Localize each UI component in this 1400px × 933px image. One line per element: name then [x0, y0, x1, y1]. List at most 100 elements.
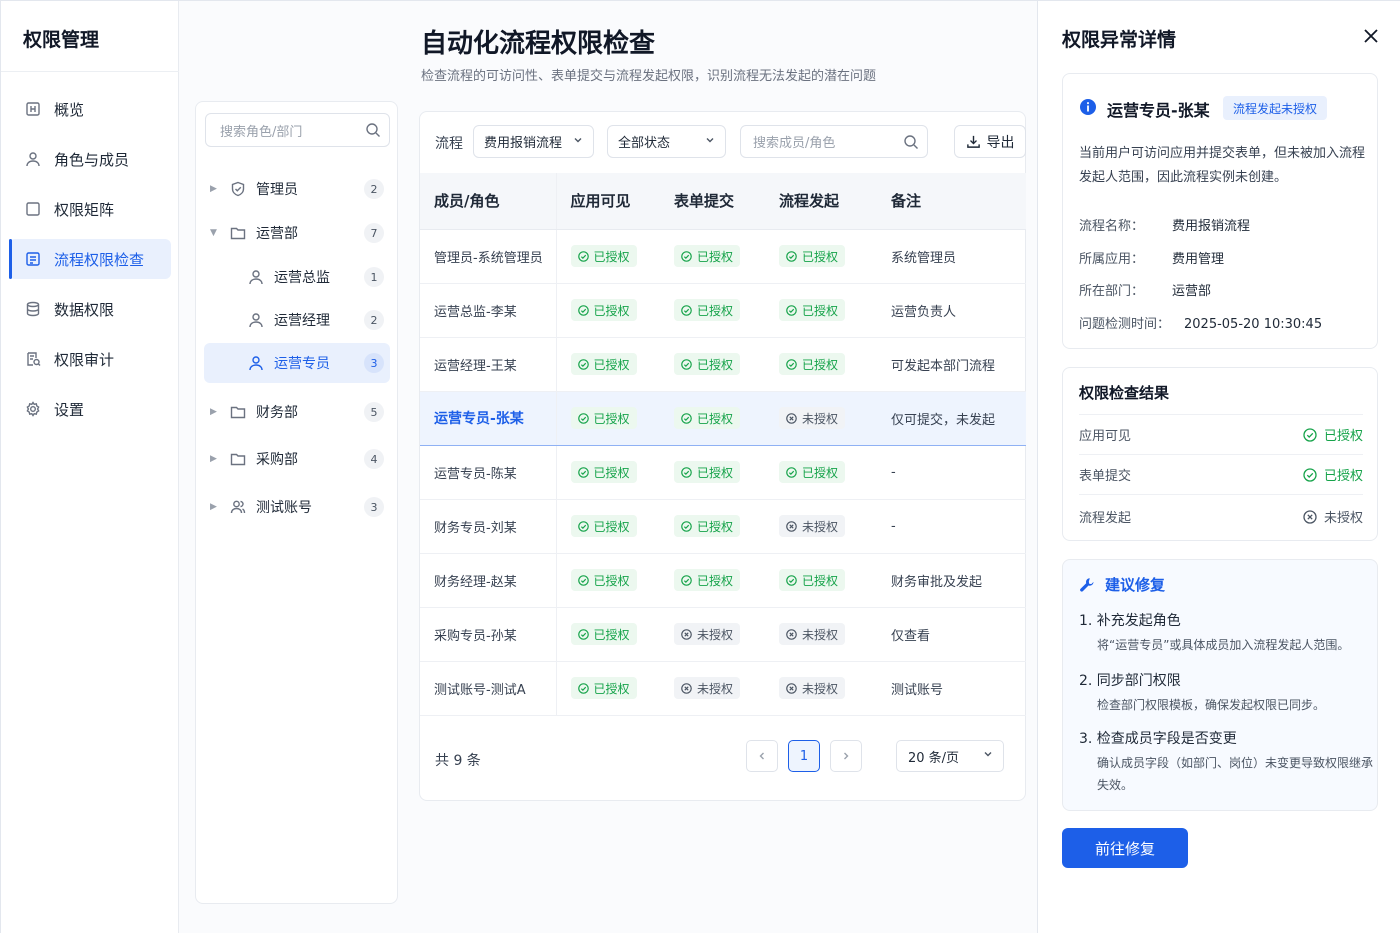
sidebar-item-data[interactable]: 数据权限 — [9, 289, 171, 329]
page-button-current[interactable]: 1 — [788, 740, 820, 772]
caret-right-icon[interactable]: ▶ — [210, 407, 220, 417]
cell-note: 运营负责人 — [877, 283, 1026, 338]
go-fix-button[interactable]: 前往修复 — [1062, 828, 1188, 868]
sidebar-item-label: 概览 — [54, 100, 85, 119]
sidebar-item-overview[interactable]: 概览 — [9, 89, 171, 129]
check-circle-icon — [577, 412, 589, 424]
anomaly-tag: 流程发起未授权 — [1223, 96, 1328, 120]
sidebar-item-flow-check[interactable]: 流程权限检查 — [9, 239, 171, 279]
sidebar-item-settings[interactable]: 设置 — [9, 389, 171, 429]
check-circle-icon — [1303, 427, 1317, 442]
caret-down-icon[interactable]: ▼ — [210, 228, 220, 238]
tree-node-label: 运营部 — [256, 226, 298, 242]
cell-start: 已授权 — [765, 229, 877, 284]
check-circle-icon — [1303, 467, 1317, 482]
member-search-input[interactable]: 搜索成员/角色 — [740, 125, 928, 158]
cell-note: 可发起本部门流程 — [877, 337, 1026, 392]
status-badge: 已授权 — [674, 515, 741, 537]
page-size-select[interactable]: 20 条/页 — [896, 740, 1004, 772]
cell-submit: 未授权 — [660, 661, 765, 716]
cell-note: - — [877, 445, 1026, 500]
check-result-title: 权限检查结果 — [1079, 384, 1170, 402]
status-badge: 已授权 — [674, 407, 741, 429]
table-row[interactable]: 采购专员-孙某 已授权 未授权 未授权 仅查看 — [420, 607, 1026, 662]
status-badge: 已授权 — [779, 245, 846, 267]
tree-node-label: 财务部 — [256, 405, 298, 421]
col-member: 成员/角色 — [420, 173, 557, 230]
tree-node-count: 5 — [364, 402, 384, 422]
fix-suggestion-title: 建议修复 — [1079, 574, 1165, 595]
tree-node-label: 运营总监 — [274, 270, 330, 286]
chevron-left-icon — [759, 752, 764, 760]
close-icon[interactable] — [1362, 27, 1380, 45]
info-icon — [1079, 98, 1097, 116]
table-row[interactable]: 财务经理-赵某 已授权 已授权 已授权 财务审批及发起 — [420, 553, 1026, 608]
tree-node-ops[interactable]: ▼ 运营部 7 — [204, 213, 390, 253]
process-select[interactable]: 费用报销流程 — [473, 125, 594, 158]
check-circle-icon — [681, 466, 692, 478]
check-circle-icon — [577, 520, 589, 532]
check-circle-icon — [681, 358, 692, 370]
table-row[interactable]: 运营总监-李某 已授权 已授权 已授权 运营负责人 — [420, 283, 1026, 338]
status-select[interactable]: 全部状态 — [607, 125, 726, 158]
role-tree-panel: 搜索角色/部门 ▶ 管理员 2 ▼ 运营部 7 运营总监 1 运营经理 2 运营… — [195, 101, 398, 904]
search-icon[interactable] — [365, 122, 381, 142]
status-badge: 未授权 — [779, 623, 846, 645]
tree-node-label: 管理员 — [256, 182, 298, 198]
field-detect-time: 问题检测时间： 2025-05-20 10:30:45 — [1079, 317, 1323, 332]
page-title: 自动化流程权限检查 — [421, 29, 656, 59]
next-page-button[interactable] — [830, 740, 862, 772]
permission-table-card: 流程 费用报销流程 全部状态 搜索成员/角色 导出 成员/角色 应用可见 表单提… — [419, 111, 1026, 801]
tree-node-admin[interactable]: ▶ 管理员 2 — [204, 169, 390, 209]
export-button[interactable]: 导出 — [954, 125, 1026, 158]
cell-visible: 已授权 — [556, 607, 660, 662]
tree-node-ops-manager[interactable]: 运营经理 2 — [204, 300, 390, 340]
cell-start: 未授权 — [765, 390, 877, 446]
tree-search-input[interactable]: 搜索角色/部门 — [205, 113, 390, 147]
table-row[interactable]: 运营专员-张某 已授权 已授权 未授权 仅可提交，未发起 — [420, 390, 1026, 446]
field-app: 所属应用： 费用管理 — [1079, 252, 1225, 267]
tree-node-finance[interactable]: ▶ 财务部 5 — [204, 392, 390, 432]
tree-node-purchase[interactable]: ▶ 采购部 4 — [204, 439, 390, 479]
caret-right-icon[interactable]: ▶ — [210, 502, 220, 512]
sidebar-item-roles[interactable]: 角色与成员 — [9, 139, 171, 179]
cell-submit: 已授权 — [660, 337, 765, 392]
caret-right-icon[interactable]: ▶ — [210, 454, 220, 464]
tree-node-ops-specialist[interactable]: 运营专员 3 — [204, 343, 390, 383]
sidebar-divider — [1, 71, 179, 72]
tree-node-count: 3 — [364, 353, 384, 373]
tree-node-ops-director[interactable]: 运营总监 1 — [204, 257, 390, 297]
fix-step-1: 1. 补充发起角色 将“运营专员”或具体成员加入流程发起人范围。 — [1079, 613, 1350, 652]
search-icon[interactable] — [903, 134, 919, 154]
table-row[interactable]: 测试账号-测试A 已授权 未授权 未授权 测试账号 — [420, 661, 1026, 716]
prev-page-button[interactable] — [746, 740, 778, 772]
tree-node-test[interactable]: ▶ 测试账号 3 — [204, 487, 390, 527]
status-badge: 已授权 — [779, 299, 846, 321]
cell-note: 测试账号 — [877, 661, 1026, 716]
status-badge: 已授权 — [570, 623, 637, 645]
caret-right-icon[interactable]: ▶ — [210, 184, 220, 194]
status-badge: 已授权 — [570, 677, 637, 699]
cell-submit: 已授权 — [660, 499, 765, 554]
table-row[interactable]: 财务专员-刘某 已授权 已授权 未授权 - — [420, 499, 1026, 554]
check-row-submit: 表单提交 已授权 — [1079, 454, 1363, 494]
user-icon — [248, 312, 264, 328]
cell-visible: 已授权 — [556, 553, 660, 608]
table-row[interactable]: 管理员-系统管理员 已授权 已授权 已授权 系统管理员 — [420, 229, 1026, 284]
cell-note: 财务审批及发起 — [877, 553, 1026, 608]
table-row[interactable]: 运营经理-王某 已授权 已授权 已授权 可发起本部门流程 — [420, 337, 1026, 392]
check-circle-icon — [786, 250, 797, 262]
table-row[interactable]: 运营专员-陈某 已授权 已授权 已授权 - — [420, 445, 1026, 500]
sidebar-item-audit[interactable]: 权限审计 — [9, 339, 171, 379]
cell-member: 运营经理-王某 — [420, 337, 557, 392]
check-circle-icon — [681, 250, 692, 262]
check-circle-icon — [577, 304, 589, 316]
sidebar-item-matrix[interactable]: 权限矩阵 — [9, 189, 171, 229]
check-circle-icon — [786, 466, 797, 478]
cell-visible: 已授权 — [556, 283, 660, 338]
overview-icon — [25, 101, 41, 117]
check-circle-icon — [681, 412, 692, 424]
cell-visible: 已授权 — [556, 390, 660, 446]
cell-start: 已授权 — [765, 445, 877, 500]
status-badge: 已授权 — [570, 515, 637, 537]
